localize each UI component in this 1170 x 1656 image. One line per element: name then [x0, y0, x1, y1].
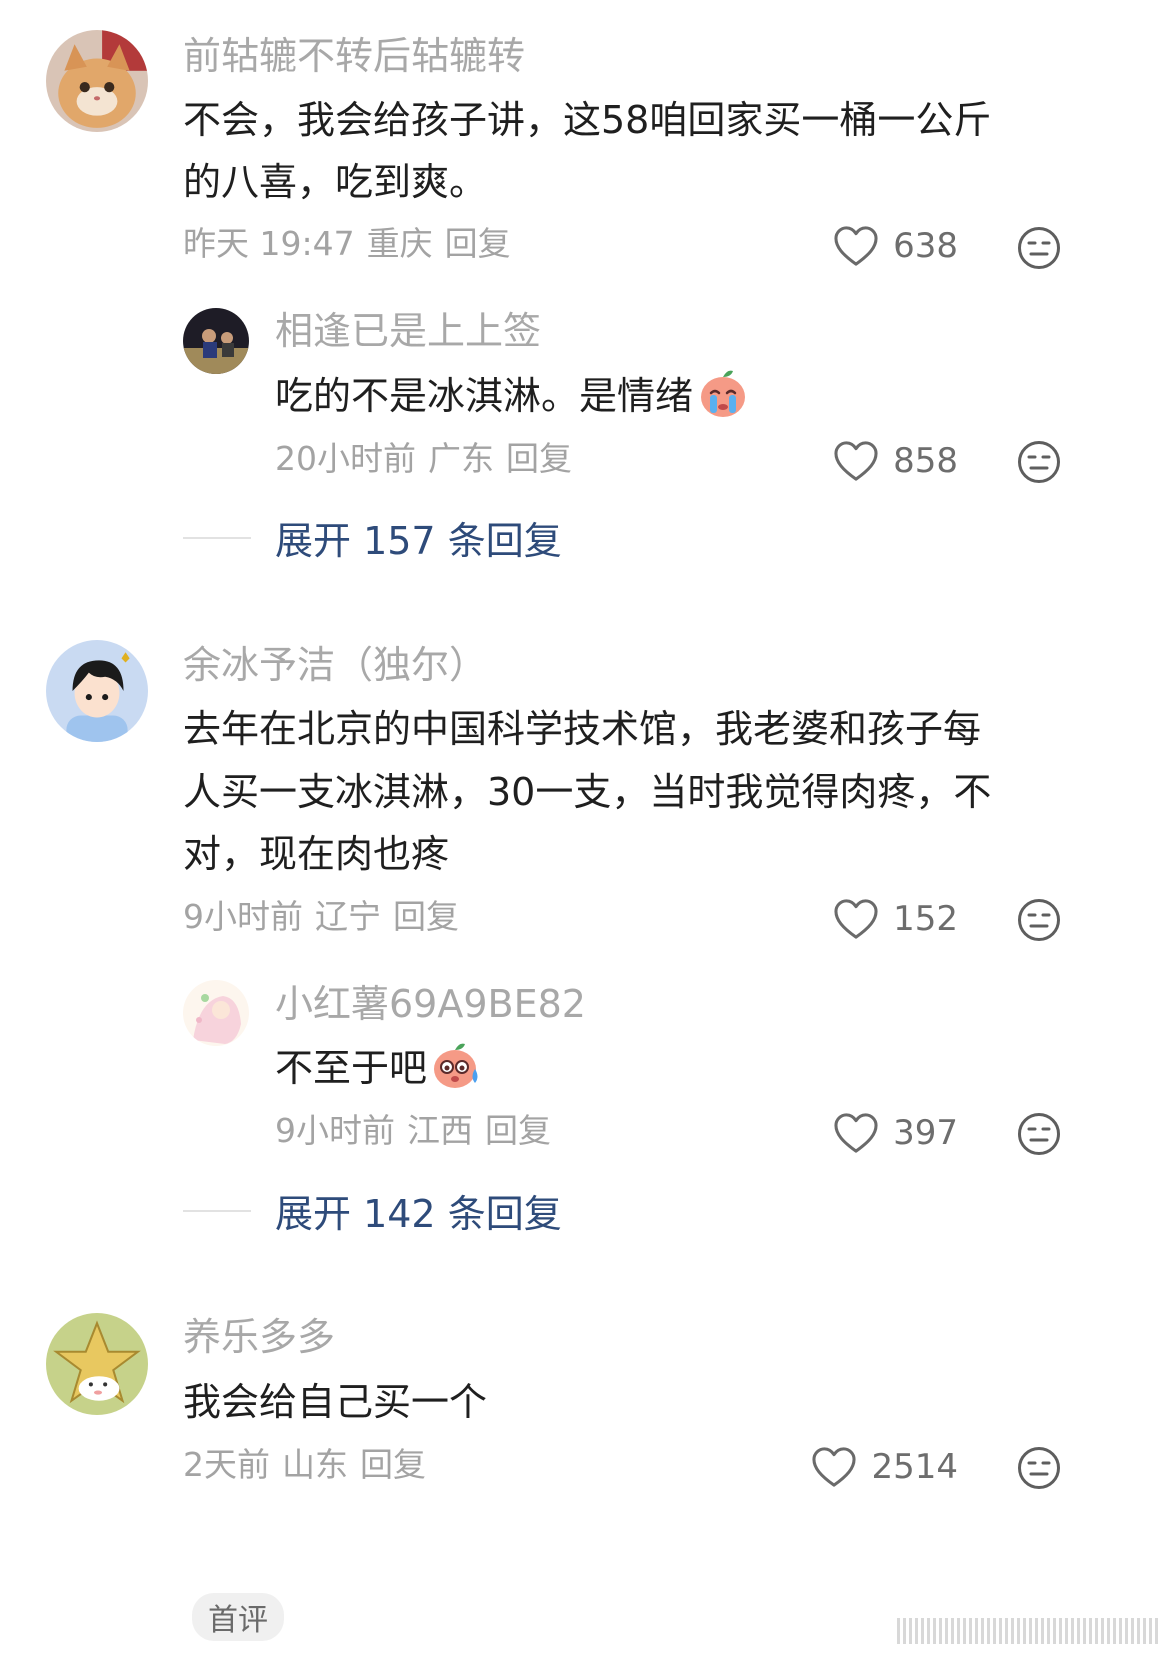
reply-button[interactable]: 回复: [485, 1111, 551, 1150]
comment-time: 昨天 19:47: [183, 224, 355, 263]
meh-face-icon[interactable]: [1017, 1112, 1061, 1156]
expand-replies-text[interactable]: 展开 142 条回复: [275, 1183, 562, 1238]
reply-text-content: 不至于吧: [275, 1046, 428, 1090]
like-count: 397: [893, 1113, 958, 1153]
meh-face-icon[interactable]: [1017, 1446, 1061, 1490]
avatar-reply-illustration[interactable]: [183, 980, 249, 1046]
like-count: 858: [893, 441, 958, 481]
comment-meta: 2天前 山东 回复: [183, 1443, 438, 1487]
crying-peach-emoji: [701, 370, 746, 417]
reply-text: 吃的不是冰淇淋。是情绪: [275, 364, 749, 428]
like-count: 638: [893, 226, 958, 266]
reply-time: 9小时前: [275, 1111, 395, 1150]
like-button[interactable]: 858: [758, 433, 958, 489]
reply-username[interactable]: 相逢已是上上签: [275, 307, 541, 355]
reply-username[interactable]: 小红薯69A9BE82: [275, 980, 586, 1028]
expand-replies-text[interactable]: 展开 157 条回复: [275, 510, 562, 565]
reply-button[interactable]: 回复: [506, 439, 572, 478]
comment-text-line: 对，现在肉也疼: [183, 832, 450, 876]
avatar-cartoon-boy[interactable]: [46, 640, 148, 742]
avatar-reply-photo[interactable]: [183, 308, 249, 374]
reply-meta: 9小时前 江西 回复: [275, 1109, 563, 1153]
comment-time: 2天前: [183, 1445, 270, 1484]
comment-meta: 昨天 19:47 重庆 回复: [183, 222, 523, 266]
comment-meta: 9小时前 辽宁 回复: [183, 895, 471, 939]
like-button[interactable]: 152: [758, 891, 958, 947]
comment-username[interactable]: 前轱辘不转后轱辘转: [183, 32, 525, 80]
divider: [183, 536, 251, 539]
comment-location: 山东: [282, 1445, 348, 1484]
comment-text-line: 我会给自己买一个: [183, 1380, 488, 1424]
meh-face-icon[interactable]: [1017, 226, 1061, 270]
reply-text-content: 吃的不是冰淇淋。是情绪: [275, 374, 694, 418]
comment-location: 重庆: [366, 224, 433, 263]
like-button[interactable]: 397: [758, 1105, 958, 1161]
heart-outline-icon: [834, 1113, 878, 1153]
comment-text-line: 去年在北京的中国科学技术馆，我老婆和孩子每: [183, 707, 982, 751]
comment-username[interactable]: 余冰予洁（独尔）: [183, 641, 487, 689]
comment-text-line: 的八喜，吃到爽。: [183, 160, 488, 204]
reply-text: 不至于吧: [275, 1036, 483, 1100]
meh-face-icon[interactable]: [1017, 898, 1061, 942]
heart-outline-icon: [834, 226, 878, 266]
meh-face-icon[interactable]: [1017, 440, 1061, 484]
reply-button[interactable]: 回复: [393, 897, 459, 936]
first-comment-badge: 首评: [192, 1593, 284, 1641]
heart-outline-icon: [834, 441, 878, 481]
reply-button[interactable]: 回复: [360, 1445, 426, 1484]
comment-time: 9小时前: [183, 897, 303, 936]
comment-location: 辽宁: [315, 897, 381, 936]
reply-time: 20小时前: [275, 439, 416, 478]
avatar-star[interactable]: [46, 1313, 148, 1415]
like-button[interactable]: 2514: [758, 1439, 958, 1495]
comment-username[interactable]: 养乐多多: [183, 1313, 335, 1361]
sweating-peach-emoji: [434, 1043, 478, 1088]
comment-text-line: 人买一支冰淇淋，30一支，当时我觉得肉疼，不: [183, 770, 992, 814]
like-count: 2514: [871, 1447, 958, 1487]
like-count: 152: [893, 899, 958, 939]
expand-replies-link[interactable]: 展开 157 条回复: [183, 510, 562, 565]
heart-outline-icon: [834, 899, 878, 939]
divider: [183, 1209, 251, 1212]
expand-replies-link[interactable]: 展开 142 条回复: [183, 1183, 562, 1238]
reply-location: 广东: [428, 439, 494, 478]
reply-button[interactable]: 回复: [445, 224, 511, 263]
comment-text-line: 不会，我会给孩子讲，这58咱回家买一桶一公斤: [183, 98, 992, 142]
avatar-cat[interactable]: [46, 30, 148, 132]
like-button[interactable]: 638: [758, 218, 958, 274]
heart-outline-icon: [812, 1447, 857, 1487]
reply-location: 江西: [407, 1111, 473, 1150]
reply-meta: 20小时前 广东 回复: [275, 437, 584, 481]
scroll-indicator: [894, 1618, 1158, 1644]
